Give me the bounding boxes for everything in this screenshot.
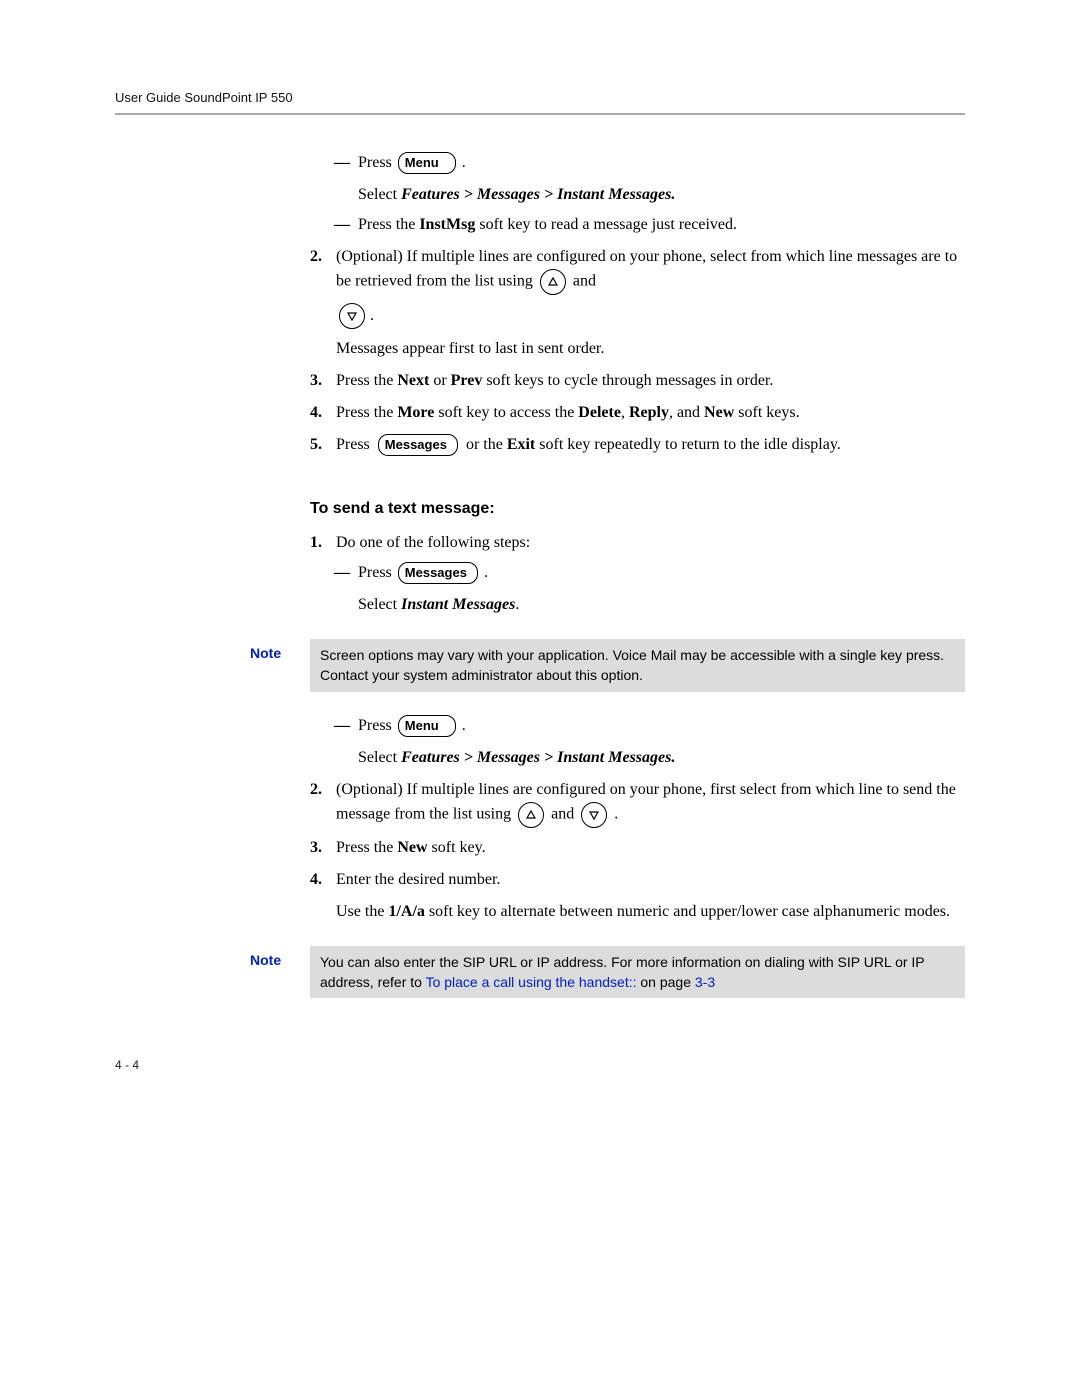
list-sub-item: — Press Menu . Select Features > Message…: [334, 151, 965, 207]
text: soft key repeatedly to return to the idl…: [535, 436, 841, 453]
text: Use the: [336, 903, 388, 920]
down-arrow-icon: [581, 802, 607, 828]
up-arrow-icon: [540, 269, 566, 295]
text: Press the: [358, 216, 419, 233]
text: Select: [358, 749, 401, 766]
step-number: 4.: [310, 868, 336, 924]
text: Do one of the following steps:: [336, 531, 965, 555]
cross-reference-link[interactable]: To place a call using the handset::: [426, 974, 637, 990]
text: Press the: [336, 372, 397, 389]
note-block: Note You can also enter the SIP URL or I…: [250, 946, 965, 999]
text: .: [614, 805, 618, 822]
step-number: 2.: [310, 245, 336, 361]
text: (Optional) If multiple lines are configu…: [336, 248, 957, 290]
softkey-name: Exit: [507, 436, 535, 453]
numbered-step: 2. (Optional) If multiple lines are conf…: [310, 245, 965, 361]
text: .: [462, 714, 466, 738]
dash-bullet: —: [334, 151, 358, 207]
messages-key-icon: Messages: [378, 434, 458, 456]
numbered-step: 4. Press the More soft key to access the…: [310, 401, 965, 425]
text: .: [462, 151, 466, 175]
numbered-step: 5. Press Messages or the Exit soft key r…: [310, 433, 965, 457]
text: or the: [466, 436, 507, 453]
numbered-step: 4. Enter the desired number. Use the 1/A…: [310, 868, 965, 924]
text: , and: [669, 404, 704, 421]
softkey-name: New: [397, 839, 427, 856]
dash-bullet: —: [334, 213, 358, 237]
list-sub-item: — Press Menu . Select Features > Message…: [334, 714, 965, 770]
numbered-step: 2. (Optional) If multiple lines are conf…: [310, 778, 965, 828]
menu-path: Features > Messages > Instant Messages.: [401, 186, 675, 203]
text: .: [484, 561, 488, 585]
note-label: Note: [250, 639, 310, 664]
text: Enter the desired number.: [336, 868, 965, 892]
numbered-step: 3. Press the Next or Prev soft keys to c…: [310, 369, 965, 393]
menu-key-icon: Menu: [398, 715, 456, 737]
menu-path: Features > Messages > Instant Messages.: [401, 749, 675, 766]
up-arrow-icon: [518, 802, 544, 828]
dash-bullet: —: [334, 561, 358, 617]
text: Press: [358, 714, 392, 738]
note-text: You can also enter the SIP URL or IP add…: [310, 946, 965, 999]
note-label: Note: [250, 946, 310, 971]
menu-key-icon: Menu: [398, 152, 456, 174]
text: Press the: [336, 404, 397, 421]
numbered-step: 3. Press the New soft key.: [310, 836, 965, 860]
text: soft keys.: [734, 404, 799, 421]
softkey-name: Next: [397, 372, 429, 389]
step-number: 3.: [310, 369, 336, 393]
messages-key-icon: Messages: [398, 562, 478, 584]
text: .: [515, 596, 519, 613]
text: on page: [637, 974, 695, 990]
page-ref-link[interactable]: 3-3: [695, 974, 715, 990]
text: soft key to read a message just received…: [475, 216, 737, 233]
text: soft key to access the: [434, 404, 578, 421]
softkey-name: More: [397, 404, 434, 421]
down-arrow-icon: [339, 303, 365, 329]
text: Select: [358, 186, 401, 203]
numbered-step: 1. Do one of the following steps:: [310, 531, 965, 555]
text: (Optional) If multiple lines are configu…: [336, 781, 956, 823]
text: or: [429, 372, 450, 389]
text: and: [573, 273, 596, 290]
softkey-name: Prev: [451, 372, 483, 389]
step-number: 1.: [310, 531, 336, 555]
dash-bullet: —: [334, 714, 358, 770]
step-number: 2.: [310, 778, 336, 828]
text: and: [551, 805, 574, 822]
text: Press the: [336, 839, 397, 856]
text: .: [370, 304, 374, 328]
step-number: 5.: [310, 433, 336, 457]
text: soft keys to cycle through messages in o…: [482, 372, 773, 389]
text: soft key to alternate between numeric an…: [425, 903, 950, 920]
text: soft key.: [428, 839, 486, 856]
text: Select: [358, 596, 401, 613]
text: ,: [621, 404, 629, 421]
document-page: User Guide SoundPoint IP 550 — Press Men…: [0, 0, 1080, 1132]
page-content: — Press Menu . Select Features > Message…: [310, 151, 965, 998]
step-number: 4.: [310, 401, 336, 425]
list-sub-item: — Press the InstMsg soft key to read a m…: [334, 213, 965, 237]
list-sub-item: — Press Messages . Select Instant Messag…: [334, 561, 965, 617]
text: Press: [358, 561, 392, 585]
softkey-name: Reply: [629, 404, 669, 421]
softkey-name: New: [704, 404, 734, 421]
text: Messages appear first to last in sent or…: [336, 337, 965, 361]
step-number: 3.: [310, 836, 336, 860]
note-block: Note Screen options may vary with your a…: [250, 639, 965, 692]
page-number: 4 - 4: [115, 1058, 965, 1072]
note-text: Screen options may vary with your applic…: [310, 639, 965, 692]
softkey-name: 1/A/a: [388, 903, 424, 920]
text: Press: [336, 436, 370, 453]
menu-path: Instant Messages: [401, 596, 515, 613]
page-header: User Guide SoundPoint IP 550: [115, 90, 965, 115]
section-heading: To send a text message:: [310, 497, 965, 521]
softkey-name: InstMsg: [419, 216, 475, 233]
softkey-name: Delete: [578, 404, 621, 421]
text: Press: [358, 151, 392, 175]
